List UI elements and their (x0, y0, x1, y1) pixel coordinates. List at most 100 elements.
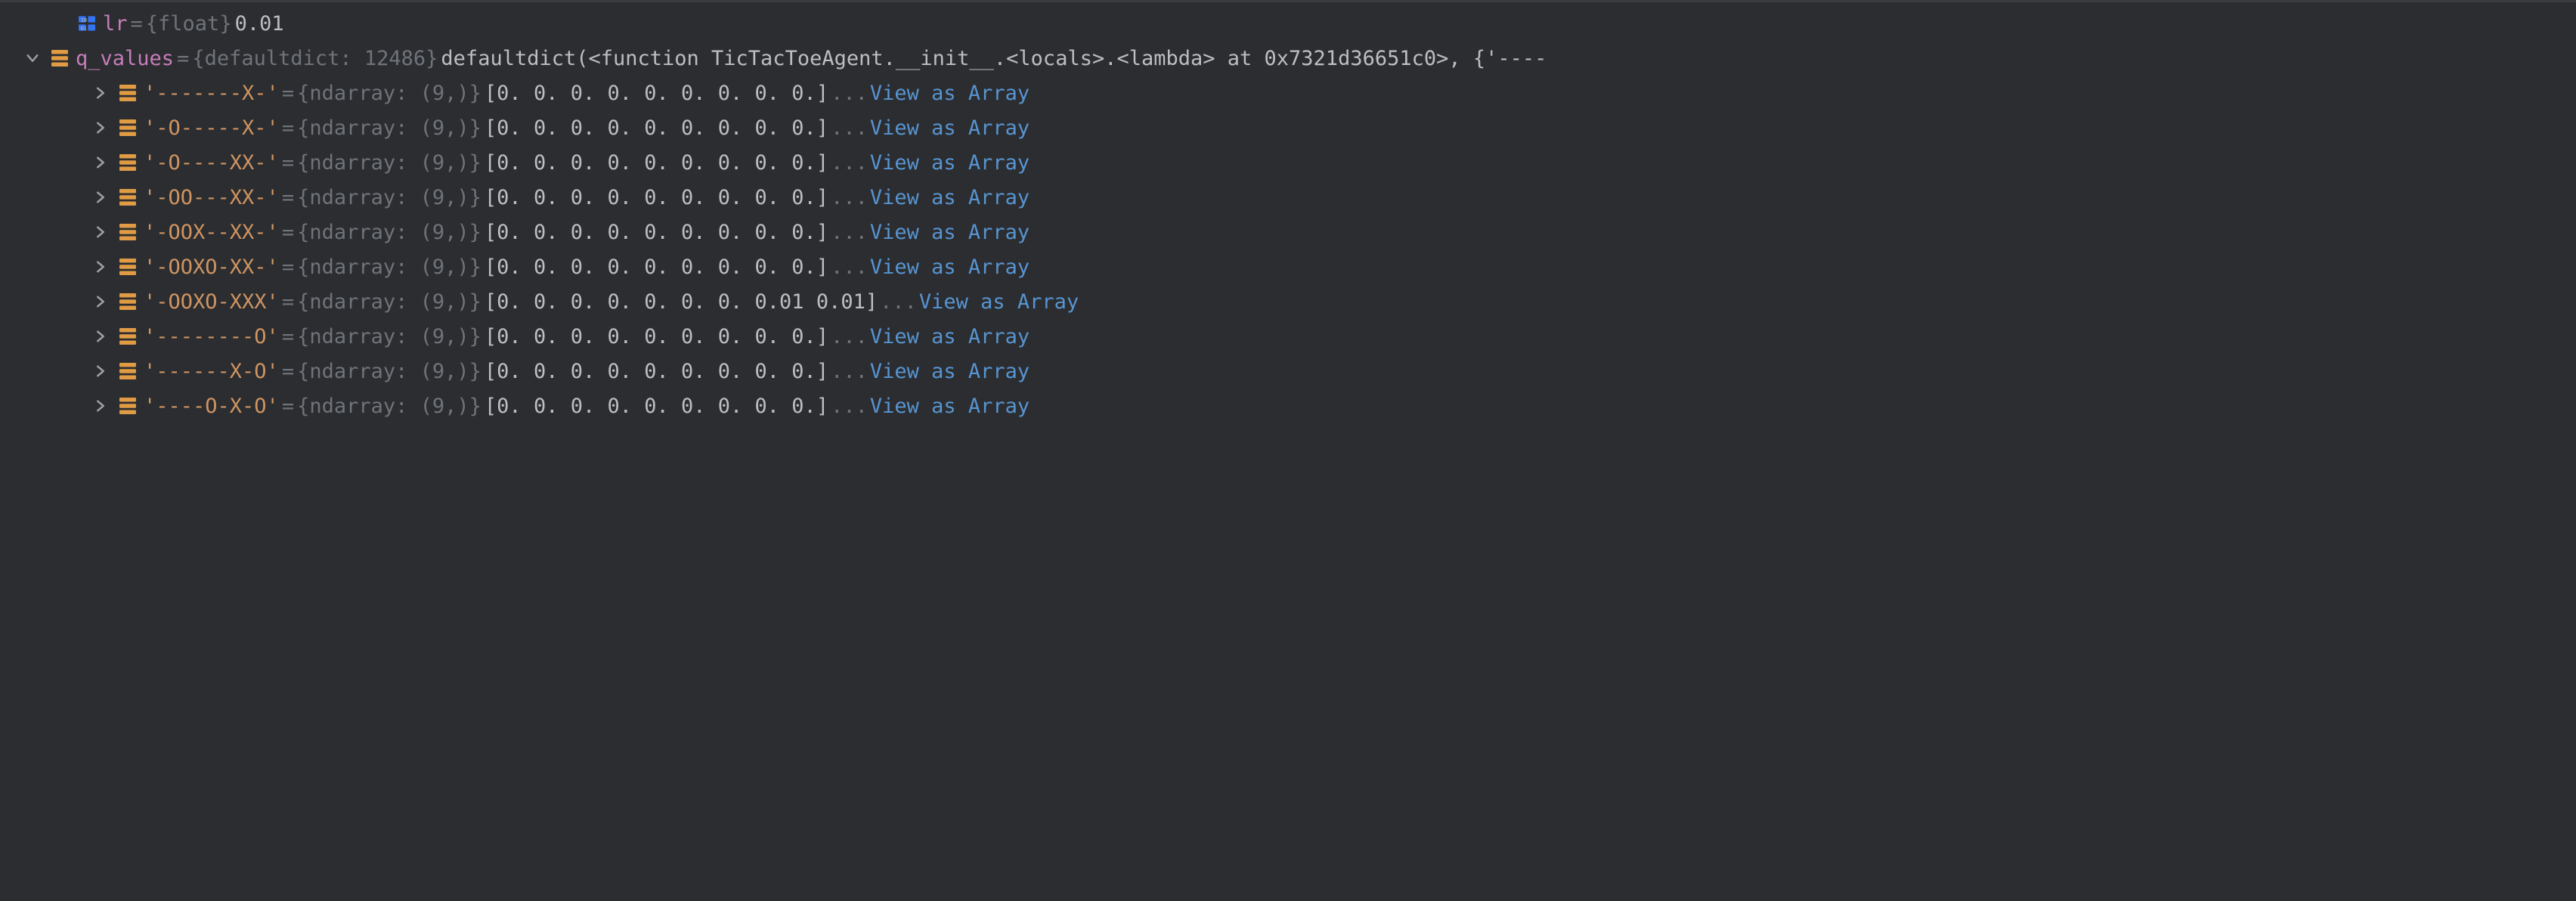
view-as-array-link[interactable]: View as Array (870, 395, 1029, 418)
type-hint: {ndarray: (9,)} (297, 395, 481, 418)
view-as-array-link[interactable]: View as Array (870, 325, 1029, 348)
equals-sign: = (282, 290, 294, 314)
variable-row-child[interactable]: '-OOXO-XX-'={ndarray: (9,)}[0. 0. 0. 0. … (0, 249, 2576, 284)
type-hint: {ndarray: (9,)} (297, 360, 481, 383)
type-hint: {ndarray: (9,)} (297, 221, 481, 244)
chevron-right-icon[interactable] (91, 327, 110, 346)
view-as-array-link[interactable]: View as Array (870, 116, 1029, 140)
type-hint: {ndarray: (9,)} (297, 255, 481, 279)
array-icon (118, 119, 138, 136)
equals-sign: = (131, 12, 143, 36)
float-icon: 10 01 (77, 15, 97, 32)
variable-value: [0. 0. 0. 0. 0. 0. 0. 0. 0.] (485, 221, 828, 244)
chevron-right-icon[interactable] (91, 396, 110, 416)
dict-key: '-OOX--XX-' (144, 221, 279, 244)
array-icon (118, 328, 138, 345)
type-hint: {ndarray: (9,)} (297, 290, 481, 314)
array-icon (118, 154, 138, 171)
variable-row-child[interactable]: '--------O'={ndarray: (9,)}[0. 0. 0. 0. … (0, 319, 2576, 354)
equals-sign: = (282, 360, 294, 383)
variable-value: [0. 0. 0. 0. 0. 0. 0. 0. 0.] (485, 186, 828, 209)
ellipsis: ... (831, 116, 868, 140)
variable-row-child[interactable]: '-O-----X-'={ndarray: (9,)}[0. 0. 0. 0. … (0, 110, 2576, 145)
equals-sign: = (282, 221, 294, 244)
chevron-right-icon[interactable] (91, 222, 110, 242)
array-icon (118, 398, 138, 414)
view-as-array-link[interactable]: View as Array (919, 290, 1079, 314)
equals-sign: = (282, 116, 294, 140)
dict-key: '-OOXO-XXX' (144, 290, 279, 314)
view-as-array-link[interactable]: View as Array (870, 255, 1029, 279)
dict-key: '-OO---XX-' (144, 186, 279, 209)
dict-key: '------X-O' (144, 360, 279, 383)
ellipsis: ... (831, 360, 868, 383)
chevron-right-icon[interactable] (91, 361, 110, 381)
equals-sign: = (282, 82, 294, 105)
view-as-array-link[interactable]: View as Array (870, 186, 1029, 209)
variable-row-child[interactable]: '-OOX--XX-'={ndarray: (9,)}[0. 0. 0. 0. … (0, 215, 2576, 249)
type-hint: {ndarray: (9,)} (297, 82, 481, 105)
variable-row-child[interactable]: '-O----XX-'={ndarray: (9,)}[0. 0. 0. 0. … (0, 145, 2576, 180)
dict-key: '-O-----X-' (144, 116, 279, 140)
ellipsis: ... (831, 151, 868, 175)
chevron-right-icon[interactable] (91, 153, 110, 172)
variable-value: 0.01 (235, 12, 284, 36)
type-hint: {ndarray: (9,)} (297, 325, 481, 348)
variable-value: [0. 0. 0. 0. 0. 0. 0. 0. 0.] (485, 395, 828, 418)
type-hint: {defaultdict: 12486} (192, 47, 438, 70)
type-hint: {float} (146, 12, 232, 36)
chevron-down-icon[interactable] (23, 48, 42, 68)
ellipsis: ... (831, 82, 868, 105)
equals-sign: = (282, 186, 294, 209)
chevron-right-icon[interactable] (91, 118, 110, 138)
chevron-right-icon[interactable] (91, 83, 110, 103)
variable-value: defaultdict(<function TicTacToeAgent.__i… (441, 47, 1547, 70)
chevron-right-icon[interactable] (91, 187, 110, 207)
ellipsis: ... (831, 395, 868, 418)
variable-value: [0. 0. 0. 0. 0. 0. 0. 0. 0.] (485, 82, 828, 105)
type-hint: {ndarray: (9,)} (297, 116, 481, 140)
variable-value: [0. 0. 0. 0. 0. 0. 0. 0. 0.] (485, 325, 828, 348)
view-as-array-link[interactable]: View as Array (870, 151, 1029, 175)
chevron-placeholder (50, 14, 70, 33)
equals-sign: = (282, 395, 294, 418)
variable-row-child[interactable]: '------X-O'={ndarray: (9,)}[0. 0. 0. 0. … (0, 354, 2576, 389)
dict-key: '-O----XX-' (144, 151, 279, 175)
svg-text:10: 10 (81, 17, 87, 23)
variable-value: [0. 0. 0. 0. 0. 0. 0. 0. 0.] (485, 116, 828, 140)
view-as-array-link[interactable]: View as Array (870, 82, 1029, 105)
type-hint: {ndarray: (9,)} (297, 151, 481, 175)
variable-value: [0. 0. 0. 0. 0. 0. 0. 0. 0.] (485, 360, 828, 383)
variable-row-child[interactable]: '-OOXO-XXX'={ndarray: (9,)}[0. 0. 0. 0. … (0, 284, 2576, 319)
variable-row-child[interactable]: '-------X-'={ndarray: (9,)}[0. 0. 0. 0. … (0, 76, 2576, 110)
equals-sign: = (282, 325, 294, 348)
view-as-array-link[interactable]: View as Array (870, 221, 1029, 244)
dict-key: '-OOXO-XX-' (144, 255, 279, 279)
ellipsis: ... (831, 186, 868, 209)
dict-key: '--------O' (144, 325, 279, 348)
view-as-array-link[interactable]: View as Array (870, 360, 1029, 383)
chevron-right-icon[interactable] (91, 257, 110, 277)
variable-value: [0. 0. 0. 0. 0. 0. 0. 0.01 0.01] (485, 290, 878, 314)
array-icon (118, 363, 138, 379)
variable-row-child[interactable]: '-OO---XX-'={ndarray: (9,)}[0. 0. 0. 0. … (0, 180, 2576, 215)
equals-sign: = (177, 47, 189, 70)
ellipsis: ... (831, 255, 868, 279)
variable-row-lr[interactable]: 1001 lr = {float} 0.01 (0, 6, 2576, 41)
variable-value: [0. 0. 0. 0. 0. 0. 0. 0. 0.] (485, 255, 828, 279)
variable-row-q-values[interactable]: q_values = {defaultdict: 12486} defaultd… (0, 41, 2576, 76)
dict-key: '-------X-' (144, 82, 279, 105)
dict-icon (50, 50, 70, 67)
variable-name: q_values (76, 47, 174, 70)
array-icon (118, 85, 138, 101)
equals-sign: = (282, 255, 294, 279)
array-icon (118, 189, 138, 206)
dict-key: '----O-X-O' (144, 395, 279, 418)
array-icon (118, 293, 138, 310)
svg-text:01: 01 (81, 26, 87, 32)
variable-row-child[interactable]: '----O-X-O'={ndarray: (9,)}[0. 0. 0. 0. … (0, 389, 2576, 423)
ellipsis: ... (880, 290, 917, 314)
chevron-right-icon[interactable] (91, 292, 110, 311)
type-hint: {ndarray: (9,)} (297, 186, 481, 209)
array-icon (118, 224, 138, 240)
